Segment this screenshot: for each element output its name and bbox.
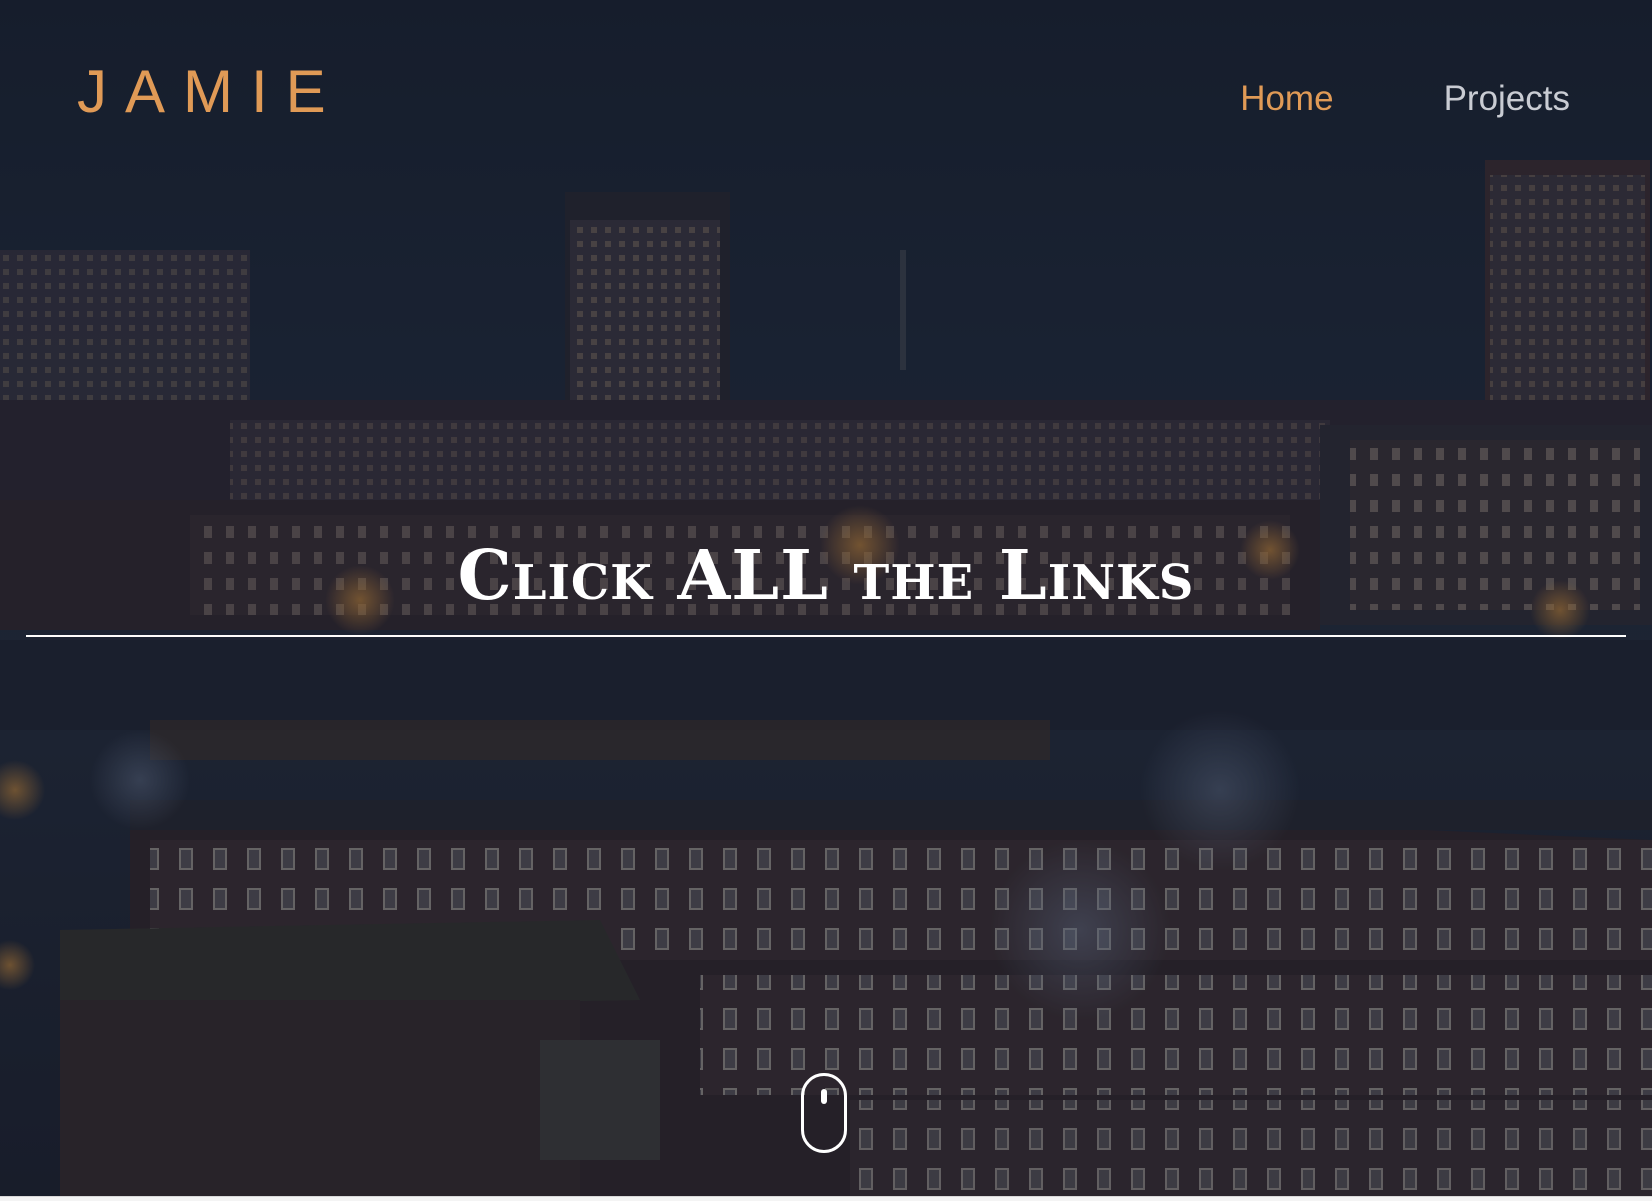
headline-divider <box>26 635 1626 637</box>
mouse-scroll-icon[interactable] <box>801 1073 847 1153</box>
site-logo[interactable]: JAMIE <box>77 62 344 122</box>
mouse-wheel-icon <box>821 1089 827 1104</box>
main-nav: Home Projects <box>1240 78 1570 120</box>
nav-link-projects[interactable]: Projects <box>1444 78 1570 120</box>
nav-link-home[interactable]: Home <box>1240 78 1333 120</box>
hero-section: JAMIE Home Projects Click ALL the Links <box>0 0 1652 1196</box>
page-bottom-edge <box>0 1196 1652 1201</box>
hero-headline: Click ALL the Links <box>457 536 1195 616</box>
